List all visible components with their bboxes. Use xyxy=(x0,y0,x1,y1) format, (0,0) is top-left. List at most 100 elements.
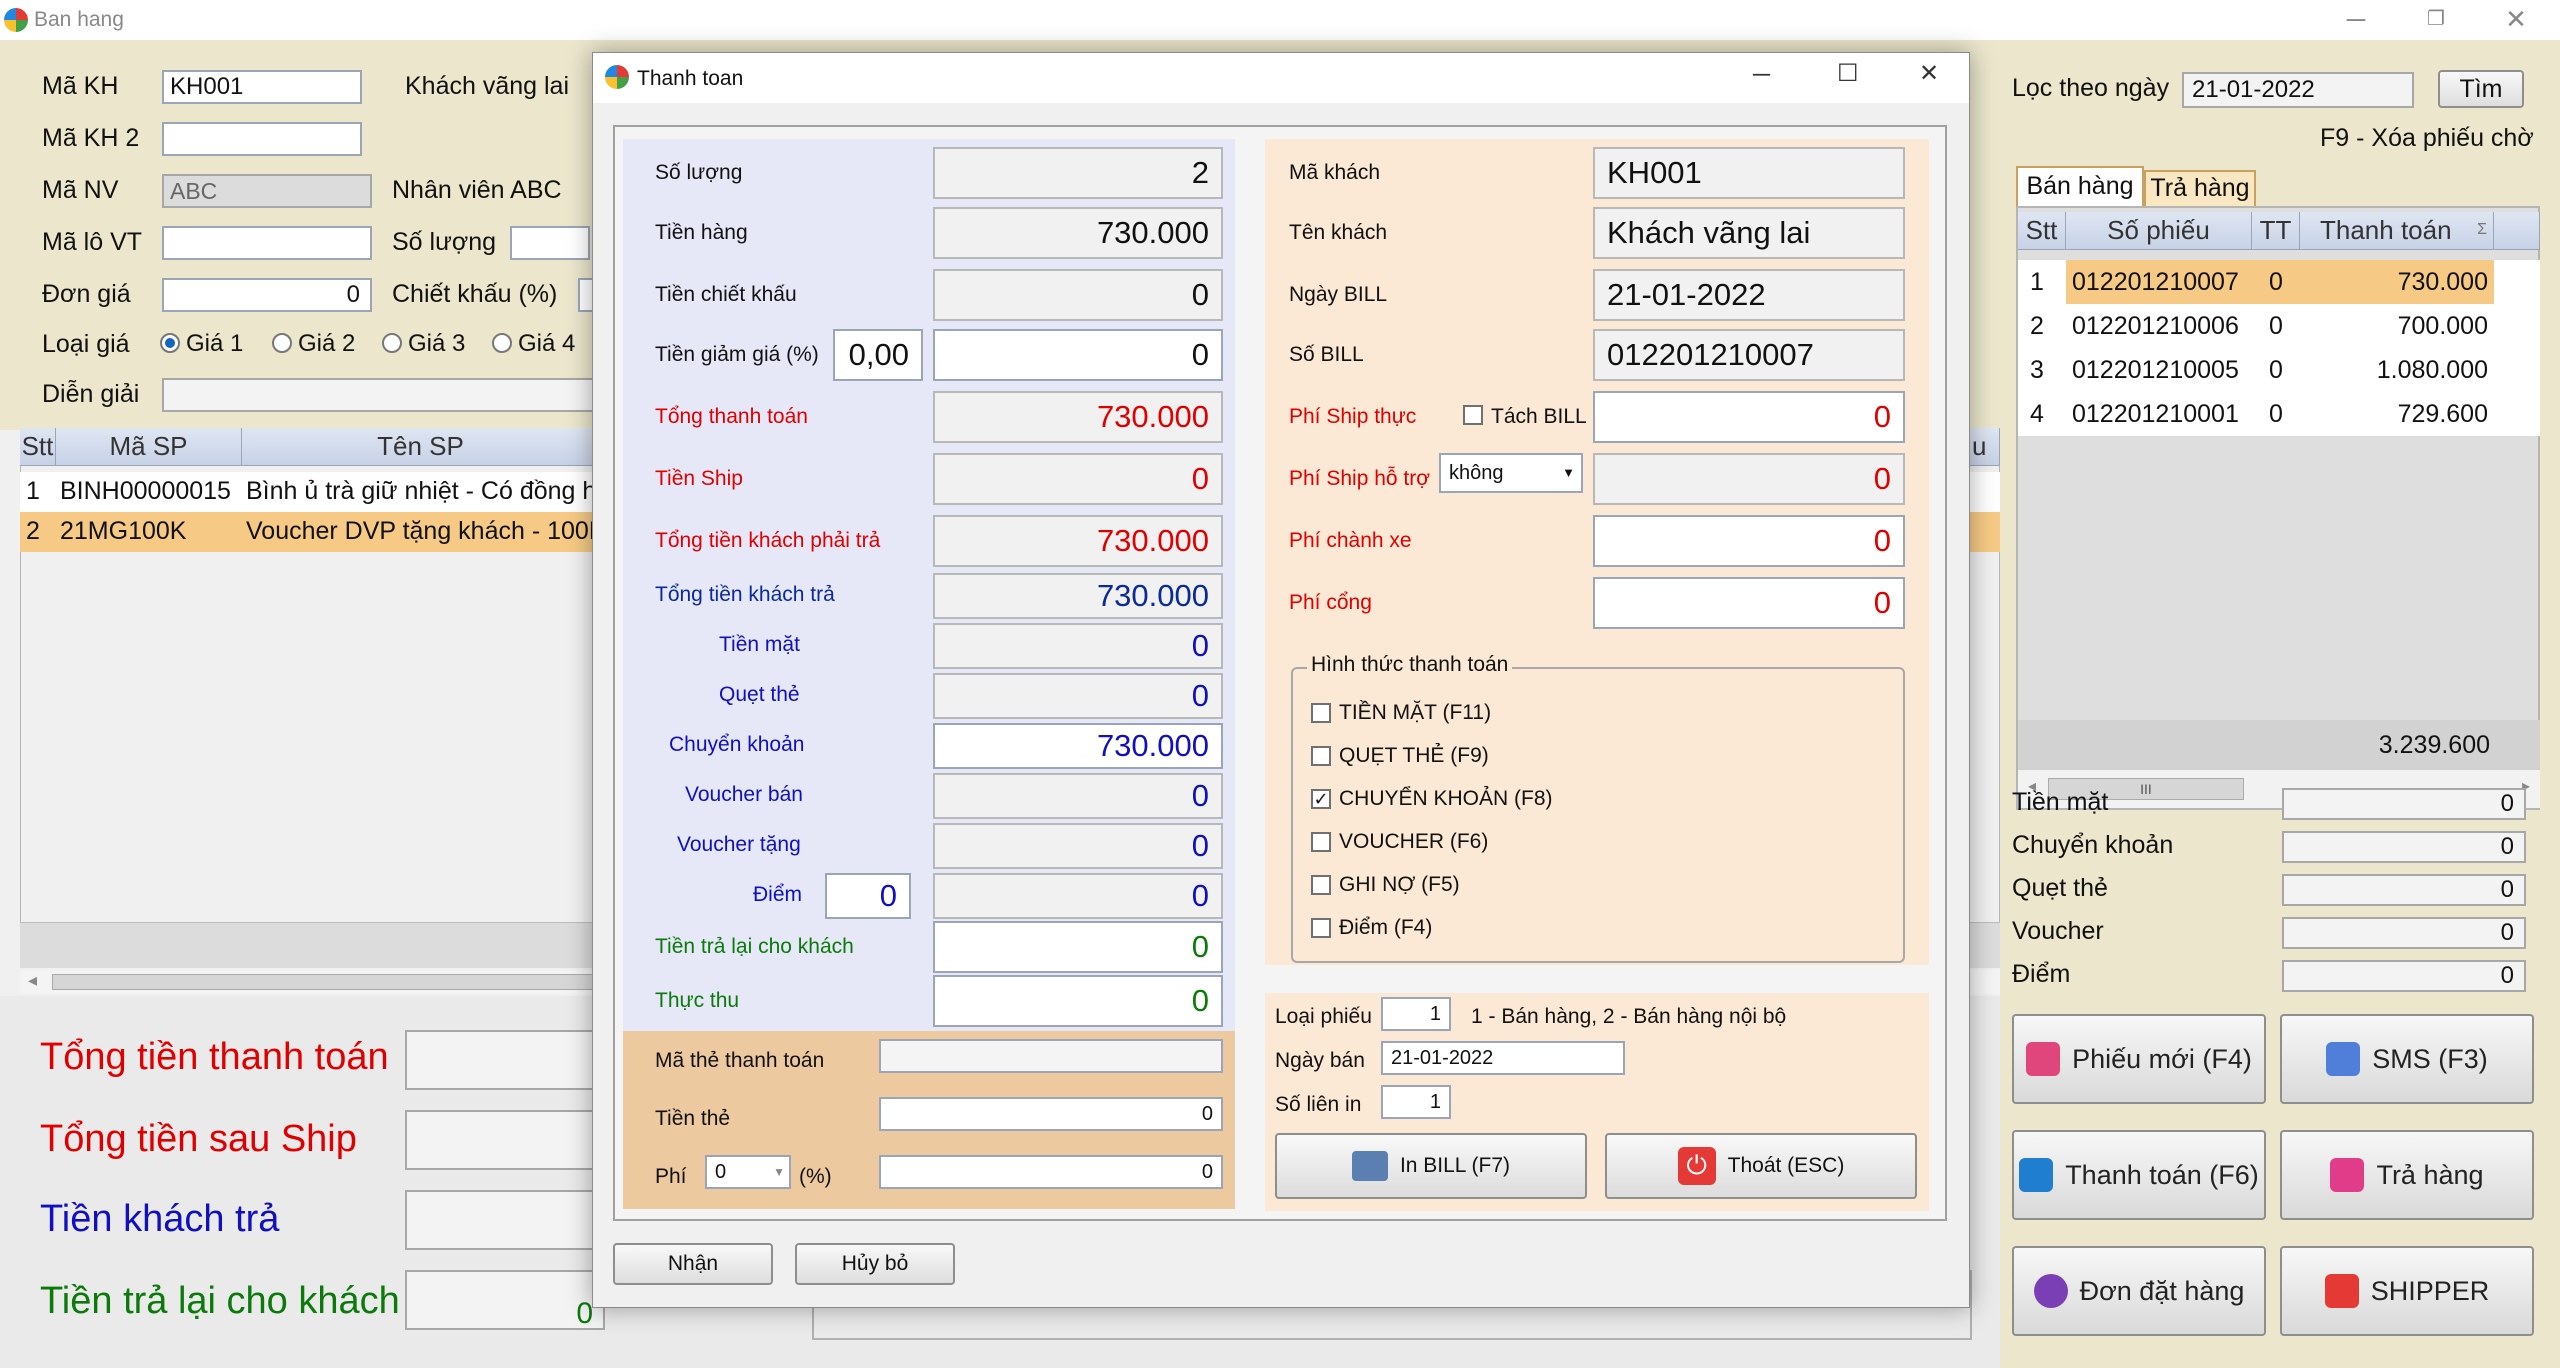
tien-mat-checkbox[interactable] xyxy=(1311,703,1331,723)
ten-khach-value: Khách vãng lai xyxy=(1593,207,1905,259)
chuyen-khoan-label: Chuyển khoản xyxy=(669,733,805,756)
phi-cong-input[interactable]: 0 xyxy=(1593,577,1905,629)
dialog-close-icon[interactable]: ✕ xyxy=(1919,59,1939,88)
shipper-button[interactable]: SHIPPER xyxy=(2280,1246,2534,1336)
phi-ship-thuc-label: Phí Ship thực xyxy=(1289,405,1417,428)
phi-select[interactable]: 0 ▼ xyxy=(705,1155,791,1189)
thanh-toan-button[interactable]: Thanh toán (F6) xyxy=(2012,1130,2266,1220)
minimize-icon[interactable]: ─ xyxy=(2316,0,2396,40)
col-header-ma-sp[interactable]: Mã SP xyxy=(56,428,242,466)
ma-the-label: Mã thẻ thanh toán xyxy=(655,1049,825,1072)
loc-date-input[interactable]: 21-01-2022 xyxy=(2182,72,2414,108)
tach-bill-checkbox[interactable] xyxy=(1463,405,1483,425)
close-icon[interactable]: ✕ xyxy=(2476,0,2556,40)
phi-input[interactable]: 0 xyxy=(879,1155,1223,1189)
dialog-minimize-icon[interactable]: ─ xyxy=(1753,61,1770,89)
ngay-ban-input[interactable]: 21-01-2022 xyxy=(1381,1041,1625,1075)
summary-quet-the-value: 0 xyxy=(2282,874,2526,906)
chuyen-khoan-checkbox[interactable]: ✓ xyxy=(1311,789,1331,809)
ma-kh2-label: Mã KH 2 xyxy=(42,124,140,152)
scroll-left-icon[interactable]: ◂ xyxy=(28,970,37,991)
tong-tien-sau-ship-label: Tổng tiền sau Ship xyxy=(40,1118,357,1160)
so-lien-input[interactable]: 1 xyxy=(1381,1085,1451,1119)
ma-nv-input[interactable]: ABC xyxy=(162,174,372,208)
tien-ck-label: Tiền chiết khấu xyxy=(655,283,797,306)
col-header-ten-sp[interactable]: Tên SP xyxy=(242,428,600,466)
diem-value: 0 xyxy=(933,873,1223,919)
ma-khach-value: KH001 xyxy=(1593,147,1905,199)
dialog-title-bar: Thanh toan ─ ☐ ✕ xyxy=(593,53,1969,103)
huy-bo-button[interactable]: Hủy bỏ xyxy=(795,1243,955,1285)
tien-mat-value: 0 xyxy=(933,623,1223,669)
tien-the-input[interactable]: 0 xyxy=(879,1097,1223,1131)
row-stt: 1 xyxy=(2030,268,2044,296)
sms-button[interactable]: SMS (F3) xyxy=(2280,1014,2534,1104)
table-row[interactable]: 1 012201210007 0 730.000 xyxy=(2018,260,2540,304)
document-icon xyxy=(2026,1042,2061,1076)
tong-tt-label: Tổng thanh toán xyxy=(655,405,808,428)
ngay-ban-label: Ngày bán xyxy=(1275,1049,1365,1072)
ten-khach-label: Tên khách xyxy=(1289,221,1388,244)
gia-2-radio[interactable]: Giá 2 xyxy=(272,330,355,358)
col-header-stt[interactable]: Stt xyxy=(2018,212,2066,250)
table-row[interactable]: 4 012201210001 0 729.600 xyxy=(2018,392,2540,436)
thuc-thu-value: 0 xyxy=(933,975,1223,1027)
phi-label: Phí xyxy=(655,1165,687,1188)
col-header-so-phieu[interactable]: Số phiếu xyxy=(2066,212,2252,250)
dien-giai-label: Diễn giải xyxy=(42,380,140,408)
phone-icon xyxy=(2033,1274,2068,1308)
phi-chanh-xe-label: Phí chành xe xyxy=(1289,529,1412,552)
col-header-stt[interactable]: Stt xyxy=(20,428,56,466)
table-row[interactable]: 2 012201210006 0 700.000 xyxy=(2018,304,2540,348)
scroll-thumb[interactable] xyxy=(52,974,612,990)
tab-ban-hang[interactable]: Bán hàng xyxy=(2016,166,2144,206)
dialog-maximize-icon[interactable]: ☐ xyxy=(1837,59,1859,88)
ma-lo-input[interactable] xyxy=(162,226,372,260)
don-gia-input[interactable]: 0 xyxy=(162,278,372,312)
gia-3-radio[interactable]: Giá 3 xyxy=(382,330,465,358)
phieu-moi-button[interactable]: Phiếu mới (F4) xyxy=(2012,1014,2266,1104)
giam-gia-input[interactable]: 0 xyxy=(933,329,1223,381)
nhan-button[interactable]: Nhận xyxy=(613,1243,773,1285)
gia-4-radio[interactable]: Giá 4 xyxy=(492,330,575,358)
chuyen-khoan-input[interactable]: 730.000 xyxy=(933,723,1223,769)
row-ten-sp: Voucher DVP tặng khách - 100K xyxy=(246,517,606,545)
tab-tra-hang[interactable]: Trả hàng xyxy=(2144,170,2256,206)
khach-name-label: Khách vãng lai xyxy=(405,72,570,100)
chevron-down-icon: ▼ xyxy=(773,1165,785,1179)
loai-phieu-input[interactable]: 1 xyxy=(1381,997,1451,1031)
chiet-khau-label: Chiết khấu (%) xyxy=(392,280,558,308)
col-header-tt[interactable]: TT xyxy=(2252,212,2300,250)
table-row[interactable]: 3 012201210005 0 1.080.000 xyxy=(2018,348,2540,392)
dien-giai-input[interactable] xyxy=(162,378,602,412)
ho-tro-select[interactable]: không ▼ xyxy=(1439,453,1583,493)
voucher-checkbox[interactable] xyxy=(1311,832,1331,852)
quet-the-checkbox[interactable] xyxy=(1311,746,1331,766)
in-bill-button[interactable]: In BILL (F7) xyxy=(1275,1133,1587,1199)
giam-gia-pct-input[interactable]: 0,00 xyxy=(833,329,923,381)
restore-icon[interactable]: ❐ xyxy=(2396,0,2476,40)
tra-hang-button[interactable]: Trả hàng xyxy=(2280,1130,2534,1220)
col-header-thanh-toan[interactable]: Thanh toán Σ xyxy=(2300,212,2494,250)
so-luong-input[interactable] xyxy=(510,226,590,260)
summary-diem-label: Điểm xyxy=(2012,960,2071,988)
phi-ship-thuc-input[interactable]: 0 xyxy=(1593,391,1905,443)
tien-the-label: Tiền thẻ xyxy=(655,1107,731,1130)
gia-1-radio[interactable]: Giá 1 xyxy=(160,330,243,358)
ghi-no-checkbox[interactable] xyxy=(1311,875,1331,895)
col-header-extra xyxy=(2494,212,2540,250)
ma-kh2-input[interactable] xyxy=(162,122,362,156)
summary-diem-value: 0 xyxy=(2282,960,2526,992)
diem-input[interactable]: 0 xyxy=(825,873,911,919)
sms-icon xyxy=(2326,1042,2361,1076)
row-stt: 2 xyxy=(26,517,40,545)
thoat-button[interactable]: ⏻ Thoát (ESC) xyxy=(1605,1133,1917,1199)
ma-the-input[interactable] xyxy=(879,1039,1223,1073)
app-title: Ban hang xyxy=(34,8,124,31)
don-dat-hang-button[interactable]: Đơn đặt hàng xyxy=(2012,1246,2266,1336)
tien-tra-lai-label: Tiền trả lại cho khách xyxy=(40,1280,400,1322)
diem-checkbox[interactable] xyxy=(1311,918,1331,938)
ma-kh-input[interactable]: KH001 xyxy=(162,70,362,104)
phi-chanh-xe-input[interactable]: 0 xyxy=(1593,515,1905,567)
tim-button[interactable]: Tìm xyxy=(2438,70,2524,108)
